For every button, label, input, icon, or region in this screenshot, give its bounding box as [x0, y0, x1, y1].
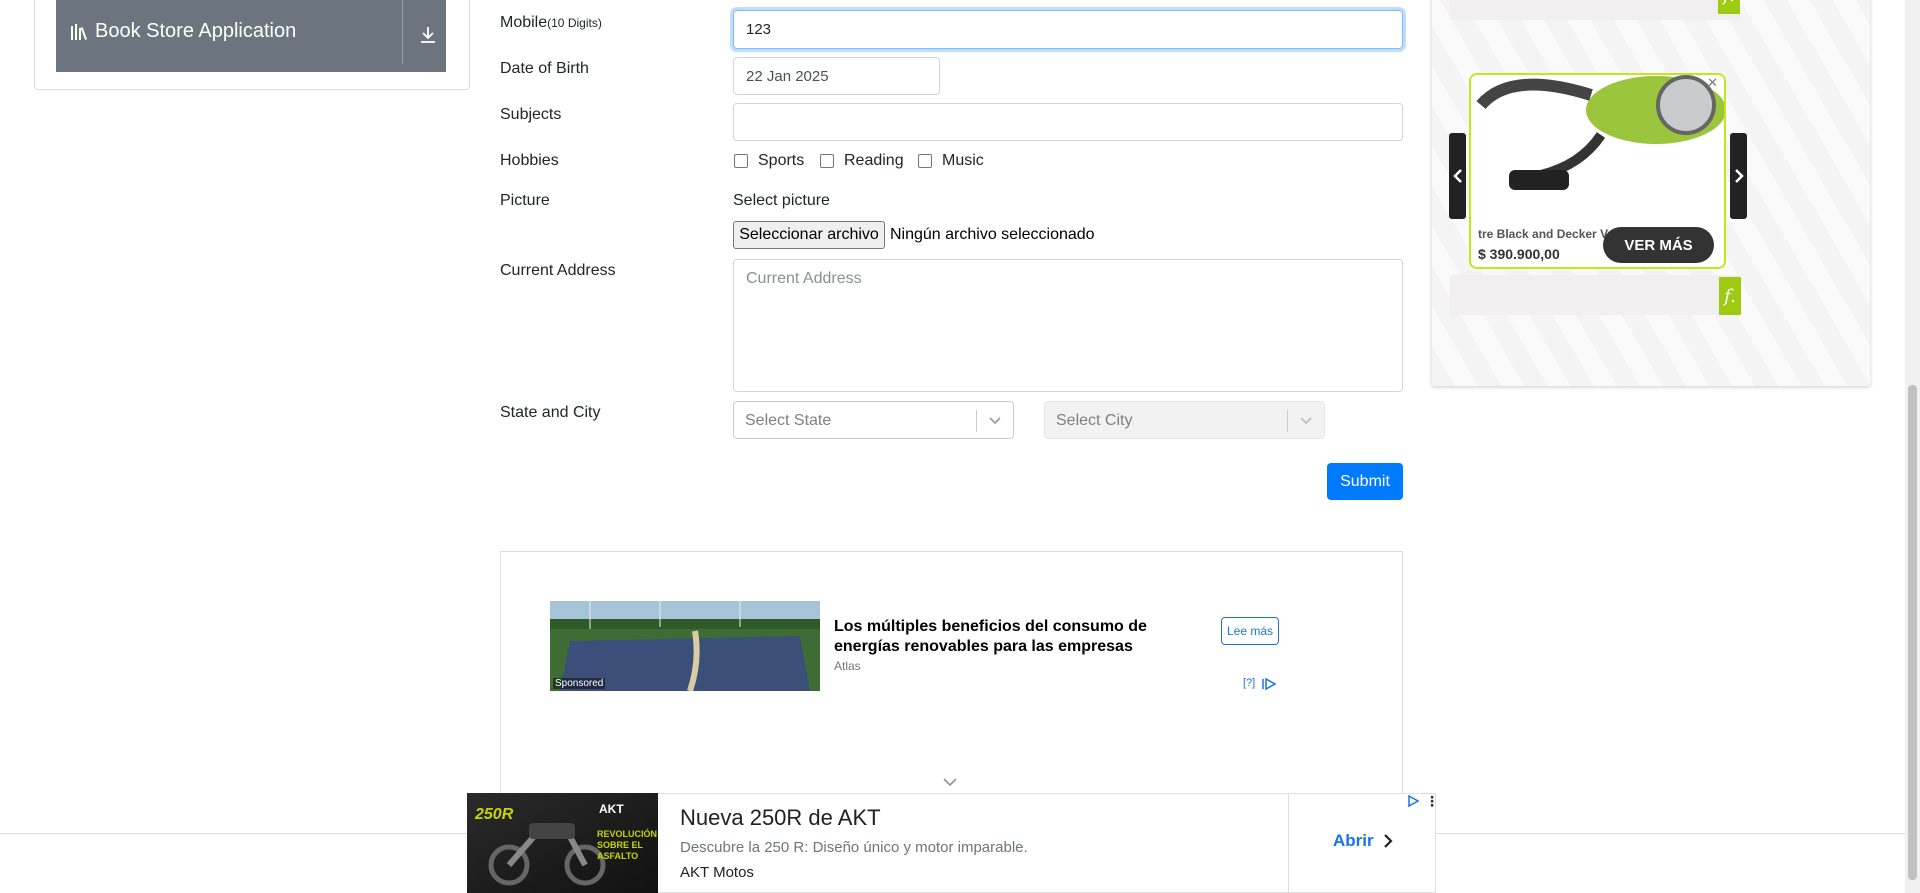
choose-file-button[interactable]: Seleccionar archivo	[733, 221, 885, 249]
current-address-label: Current Address	[500, 262, 616, 279]
chevron-down-icon[interactable]	[942, 776, 958, 788]
svg-text:AKT: AKT	[599, 802, 624, 816]
sports-checkbox[interactable]	[734, 154, 748, 168]
chevron-right-icon	[1383, 834, 1393, 848]
hobbies-label: Hobbies	[500, 152, 559, 169]
product-price: $ 390.900,00	[1478, 246, 1560, 262]
menu-separator	[402, 0, 403, 64]
hobby-sports[interactable]: Sports	[734, 152, 804, 170]
book-store-label: Book Store Application	[95, 20, 297, 42]
mobile-label: Mobile(10 Digits)	[500, 14, 602, 31]
adchoices-icon[interactable]	[1262, 677, 1278, 691]
side-ad-band-bottom	[1450, 275, 1740, 315]
book-store-application-menu[interactable]: Book Store Application	[56, 0, 446, 72]
side-ad-band-top	[1450, 0, 1740, 20]
product-name: tre Black and Decker VC	[1478, 227, 1608, 241]
ad-help-link[interactable]: [?]	[1243, 677, 1255, 689]
scrollbar-thumb[interactable]	[1908, 385, 1917, 880]
more-options-icon[interactable]: ⋮	[1425, 793, 1439, 810]
state-city-label: State and City	[500, 404, 601, 421]
sticky-ad-description: Descubre la 250 R: Diseño único y motor …	[680, 839, 1028, 856]
chevron-left-icon	[1452, 169, 1462, 183]
sticky-ad-image[interactable]: 250R AKT REVOLUCIÓN SOBRE EL ASFALTO	[467, 793, 658, 893]
sticky-ad-divider	[1288, 793, 1289, 893]
date-of-birth-label: Date of Birth	[500, 60, 589, 77]
music-checkbox[interactable]	[918, 154, 932, 168]
close-icon[interactable]: ✕	[1707, 75, 1718, 91]
chevron-down-icon	[989, 417, 1001, 425]
adchoices-icon[interactable]	[1406, 795, 1420, 807]
ad-read-more-button[interactable]: Lee más	[1221, 617, 1279, 645]
state-select[interactable]: Select State	[733, 401, 1014, 439]
library-icon	[71, 24, 87, 40]
reading-checkbox[interactable]	[820, 154, 834, 168]
subjects-label: Subjects	[500, 106, 562, 123]
sticky-ad-title[interactable]: Nueva 250R de AKT	[680, 805, 881, 831]
file-status: Ningún archivo seleccionado	[890, 226, 1095, 243]
carousel-prev-button[interactable]	[1449, 133, 1466, 219]
carousel-next-button[interactable]	[1730, 133, 1747, 219]
brand-logo-icon: f.	[1718, 0, 1740, 14]
mobile-input[interactable]: 123	[733, 10, 1403, 49]
sponsored-tag: Sponsored	[553, 678, 606, 689]
sticky-ad-brand: AKT Motos	[680, 864, 754, 881]
select-picture-hint: Select picture	[733, 192, 830, 209]
submit-button[interactable]: Submit	[1327, 463, 1403, 500]
current-address-textarea[interactable]: Current Address	[733, 259, 1403, 392]
mobile-hint: (10 Digits)	[547, 16, 602, 30]
ver-mas-button[interactable]: VER MÁS	[1603, 227, 1714, 263]
hobby-reading[interactable]: Reading	[820, 152, 904, 170]
sticky-ad-open-button[interactable]: Abrir	[1333, 831, 1394, 851]
svg-text:250R: 250R	[474, 806, 514, 823]
chevron-down-icon	[1300, 417, 1312, 425]
sticky-ad-image-text: REVOLUCIÓN SOBRE EL ASFALTO	[597, 829, 658, 861]
ad-title[interactable]: Los múltiples beneficios del consumo de …	[834, 617, 1174, 657]
date-of-birth-input[interactable]: 22 Jan 2025	[733, 57, 940, 95]
picture-label: Picture	[500, 192, 550, 209]
download-icon[interactable]	[417, 24, 439, 46]
brand-logo-icon: f.	[1719, 277, 1741, 315]
city-select[interactable]: Select City	[1044, 401, 1325, 439]
chevron-right-icon	[1734, 169, 1744, 183]
hobby-music[interactable]: Music	[918, 152, 984, 170]
subjects-input[interactable]	[733, 103, 1403, 141]
ad-source: Atlas	[834, 659, 861, 673]
